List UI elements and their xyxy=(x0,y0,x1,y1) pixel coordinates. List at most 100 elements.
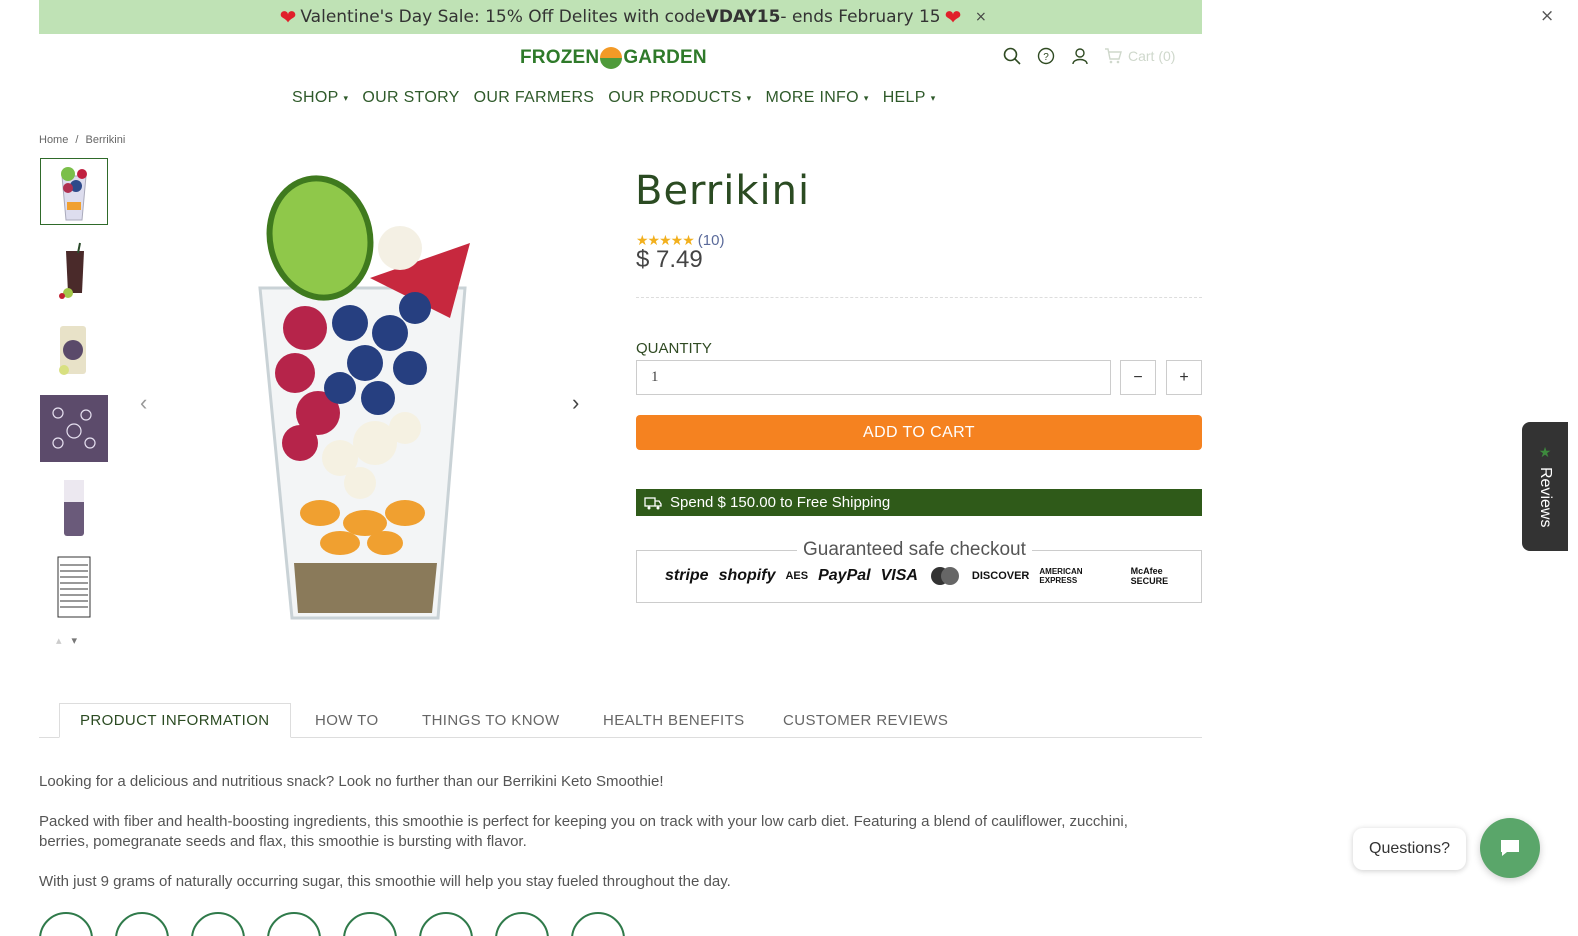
feature-icon xyxy=(343,912,397,936)
svg-text:?: ? xyxy=(1043,52,1049,63)
star-icon: ★ xyxy=(1538,445,1552,462)
logo-text-left: FROZEN xyxy=(520,47,600,68)
quantity-input[interactable] xyxy=(636,360,1111,395)
tab-health-benefits[interactable]: HEALTH BENEFITS xyxy=(603,703,745,738)
mastercard-badge xyxy=(928,566,962,586)
divider xyxy=(636,297,1202,298)
thumbnail-nav: ▴ ▾ xyxy=(56,634,77,647)
nav-our-story[interactable]: OUR STORY xyxy=(362,89,459,107)
thumbnail-6[interactable] xyxy=(40,553,108,620)
feature-icon-row xyxy=(39,912,625,936)
quantity-label: QUANTITY xyxy=(636,340,712,357)
product-price: $ 7.49 xyxy=(636,246,703,273)
feature-icon xyxy=(495,912,549,936)
feature-icon xyxy=(267,912,321,936)
nav-more-info[interactable]: MORE INFO ▾ xyxy=(766,89,869,107)
nav-shop[interactable]: SHOP ▾ xyxy=(292,89,348,107)
truck-icon xyxy=(644,496,662,509)
stripe-badge: stripe xyxy=(665,567,709,584)
amex-badge: AMERICAN EXPRESS xyxy=(1039,567,1083,585)
thumbnail-up-icon[interactable]: ▴ xyxy=(56,634,62,647)
breadcrumb: Home / Berrikini xyxy=(39,134,129,146)
nav-our-farmers[interactable]: OUR FARMERS xyxy=(474,89,595,107)
sun-icon xyxy=(600,47,623,69)
heart-icon: ❤ xyxy=(279,5,297,29)
header-icons: ? Cart (0) xyxy=(1002,46,1175,66)
free-shipping-text: Spend $ 150.00 to Free Shipping xyxy=(670,494,891,511)
chat-bubble-icon xyxy=(1501,840,1519,856)
thumbnail-5[interactable] xyxy=(40,474,108,541)
chat-button[interactable] xyxy=(1480,818,1540,878)
nav-label: OUR STORY xyxy=(362,89,460,106)
announcement-close-button[interactable]: × xyxy=(975,9,987,25)
cart-link[interactable]: Cart (0) xyxy=(1104,48,1175,64)
announcement-bar: ❤ Valentine's Day Sale: 15% Off Delites … xyxy=(39,0,1202,34)
tab-how-to[interactable]: HOW TO xyxy=(315,703,379,738)
nav-help[interactable]: HELP ▾ xyxy=(883,89,936,107)
breadcrumb-home[interactable]: Home xyxy=(39,134,68,146)
announcement-code: VDAY15 xyxy=(705,7,781,27)
logo-text-right: GARDEN xyxy=(623,47,707,68)
feature-icon xyxy=(191,912,245,936)
discover-badge: DISCOVER xyxy=(971,570,1030,582)
gallery-next-icon[interactable]: › xyxy=(572,390,579,416)
gallery-prev-icon[interactable]: ‹ xyxy=(140,390,147,416)
account-icon[interactable] xyxy=(1070,46,1090,66)
main-nav: SHOP ▾ OUR STORY OUR FARMERS OUR PRODUCTS… xyxy=(292,89,936,107)
thumbnail-2[interactable] xyxy=(40,237,108,304)
free-shipping-bar: Spend $ 150.00 to Free Shipping xyxy=(636,489,1202,516)
aes-badge: AES xyxy=(785,570,809,582)
visa-badge: VISA xyxy=(880,567,918,584)
chevron-down-icon: ▾ xyxy=(746,92,752,103)
search-icon[interactable] xyxy=(1002,46,1022,66)
page-close-button[interactable]: × xyxy=(1540,6,1554,26)
chevron-down-icon: ▾ xyxy=(343,92,349,103)
description-paragraph: Looking for a delicious and nutritious s… xyxy=(39,773,664,790)
feature-icon xyxy=(115,912,169,936)
questions-chat-prompt[interactable]: Questions? xyxy=(1353,828,1466,870)
thumbnail-list xyxy=(40,158,110,632)
description-paragraph: Packed with fiber and health-boosting in… xyxy=(39,813,1128,850)
tab-things-to-know[interactable]: THINGS TO KNOW xyxy=(422,703,560,738)
announcement-suffix: - ends February 15 xyxy=(780,7,941,27)
product-title: Berrikini xyxy=(635,168,811,214)
thumbnail-3[interactable] xyxy=(40,316,108,383)
announcement-prefix: Valentine's Day Sale: 15% Off Delites wi… xyxy=(300,7,706,27)
nav-label: SHOP xyxy=(292,89,339,106)
nav-our-products[interactable]: OUR PRODUCTS ▾ xyxy=(608,89,751,107)
quantity-increase-button[interactable]: + xyxy=(1166,360,1202,395)
chevron-down-icon: ▾ xyxy=(930,92,936,103)
nav-label: OUR FARMERS xyxy=(473,89,595,106)
heart-icon: ❤ xyxy=(944,5,962,29)
logo[interactable]: FROZEN GARDEN xyxy=(520,44,722,72)
description-paragraph: With just 9 grams of naturally occurring… xyxy=(39,873,731,890)
thumbnail-1[interactable] xyxy=(40,158,108,225)
tab-customer-reviews[interactable]: CUSTOMER REVIEWS xyxy=(783,703,948,738)
feature-icon xyxy=(571,912,625,936)
nav-label: HELP xyxy=(882,89,926,106)
help-icon[interactable]: ? xyxy=(1036,46,1056,66)
tab-product-information[interactable]: PRODUCT INFORMATION xyxy=(59,703,291,738)
add-to-cart-button[interactable]: ADD TO CART xyxy=(636,415,1202,450)
product-description: Looking for a delicious and nutritious s… xyxy=(39,772,1179,912)
chevron-down-icon: ▾ xyxy=(863,92,869,103)
paypal-badge: PayPal xyxy=(818,567,871,584)
product-main-image xyxy=(200,158,540,643)
nav-label: MORE INFO xyxy=(765,89,859,106)
cart-icon xyxy=(1105,48,1122,64)
reviews-tab-label: Reviews xyxy=(1537,467,1554,528)
mcafee-badge: McAfee SECURE xyxy=(1130,566,1169,586)
nav-label: OUR PRODUCTS xyxy=(608,89,742,106)
quantity-decrease-button[interactable]: − xyxy=(1120,360,1156,395)
feature-icon xyxy=(39,912,93,936)
shopify-badge: shopify xyxy=(718,567,776,584)
safe-checkout-box: Guaranteed safe checkout stripe shopify … xyxy=(636,539,1202,603)
cart-label: Cart (0) xyxy=(1128,48,1176,64)
reviews-side-tab[interactable]: ★ Reviews xyxy=(1522,422,1568,551)
breadcrumb-separator: / xyxy=(75,134,79,146)
feature-icon xyxy=(419,912,473,936)
payment-badges: stripe shopify AES PayPal VISA DISCOVER … xyxy=(665,566,1201,586)
thumbnail-4[interactable] xyxy=(40,395,108,462)
thumbnail-down-icon[interactable]: ▾ xyxy=(72,634,78,647)
product-tabs: PRODUCT INFORMATION HOW TO THINGS TO KNO… xyxy=(39,703,1202,738)
